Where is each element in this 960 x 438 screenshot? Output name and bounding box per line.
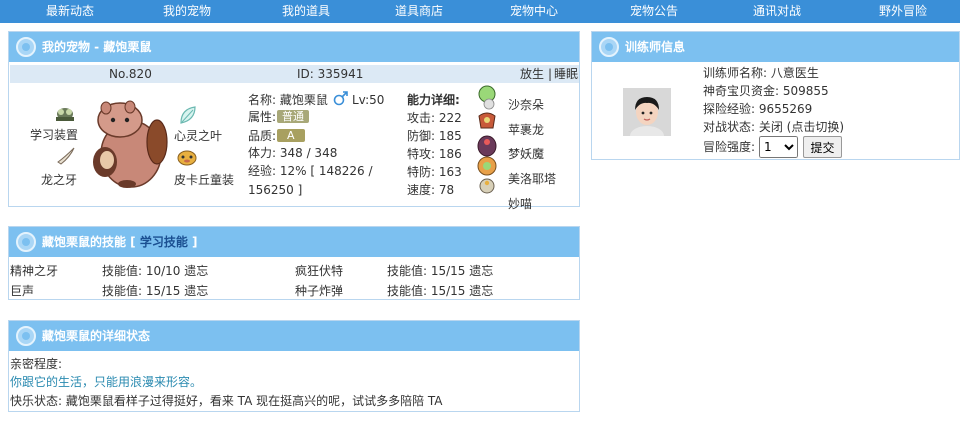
leaf-icon: [180, 106, 196, 124]
pokeball-icon: [16, 37, 36, 57]
stat-attack: 攻击: 222: [407, 111, 462, 125]
pokeball-icon: [599, 37, 619, 57]
difficulty-select[interactable]: 1: [759, 136, 798, 158]
nav-pet-center[interactable]: 宠物中心: [510, 0, 558, 23]
nav-battle[interactable]: 通讯对战: [753, 0, 801, 23]
skill-value-3[interactable]: 技能值: 15/15 遗忘: [102, 283, 208, 299]
battle-status-toggle[interactable]: 对战状态: 关闭 (点击切换): [703, 119, 844, 135]
trainer-avatar: [623, 88, 671, 136]
skill-name-4: 种子炸弹: [295, 284, 344, 298]
pet-hp: 体力: 348 / 348: [248, 146, 338, 160]
equip-label-leaf: 心灵之叶: [174, 129, 223, 143]
nav-item-shop[interactable]: 道具商店: [395, 0, 443, 23]
intimacy-label: 亲密程度:: [10, 357, 63, 371]
stat-defense: 防御: 185: [407, 129, 462, 143]
submit-button[interactable]: 提交: [803, 136, 842, 158]
dragon-fang-icon: [57, 147, 75, 165]
pet-name: 名称: 藏饱栗鼠: [248, 93, 328, 107]
party-member-1[interactable]: 沙奈朵: [508, 97, 544, 113]
grade-label: 品质:: [248, 129, 277, 143]
party-member-4[interactable]: 美洛耶塔: [508, 171, 556, 187]
gender-icon: [333, 91, 348, 106]
equip-label-dragon-fang: 龙之牙: [41, 173, 78, 187]
trainer-name: 训练师名称: 八意医生: [703, 66, 819, 80]
release-link[interactable]: 放生: [520, 66, 544, 82]
pet-number: No.820: [109, 67, 152, 81]
difficulty-label: 冒险强度:: [703, 140, 756, 154]
stats-title: 能力详细:: [407, 93, 460, 107]
stat-sp-attack: 特攻: 186: [407, 147, 462, 161]
intimacy-text: 你跟它的生活，只能用浪漫来形容。: [10, 375, 203, 389]
pet-exp: 经验: 12% [ 148226 /: [248, 164, 373, 178]
skills-title-suffix: ]: [187, 235, 198, 249]
type-label: 属性:: [248, 110, 277, 124]
type-badge: 普通: [277, 110, 309, 123]
my-pet-title: 我的宠物 - 藏饱栗鼠: [42, 40, 152, 54]
sleep-link[interactable]: 睡眠: [554, 66, 578, 82]
nav-latest-news[interactable]: 最新动态: [46, 0, 94, 23]
equip-label-exp-share: 学习装置: [30, 128, 79, 142]
status-header: 藏饱栗鼠的详细状态: [9, 321, 579, 351]
learn-skill-link[interactable]: 学习技能: [140, 235, 188, 249]
party-sprites: [477, 85, 497, 194]
skills-header: 藏饱栗鼠的技能 [ 学习技能 ]: [9, 227, 579, 257]
stat-speed: 速度: 78: [407, 183, 455, 197]
trainer-panel: 训练师信息 训练师名称: 八意医生 神奇宝贝资金: 509855 探险经验: 9…: [591, 31, 960, 160]
status-title: 藏饱栗鼠的详细状态: [42, 329, 151, 343]
pet-sprite: [93, 100, 168, 188]
pet-id: ID: 335941: [297, 67, 364, 81]
nav-adventure[interactable]: 野外冒险: [879, 0, 927, 23]
my-pet-panel: 我的宠物 - 藏饱栗鼠 No.820 ID: 335941 放生 | 睡眠 学习…: [8, 31, 580, 211]
pet-info-bar: [10, 65, 579, 83]
skill-value-1[interactable]: 技能值: 10/10 遗忘: [102, 263, 208, 279]
nav-my-pets[interactable]: 我的宠物: [163, 0, 211, 23]
status-panel: 藏饱栗鼠的详细状态 亲密程度: 你跟它的生活，只能用浪漫来形容。 快乐状态: 藏…: [8, 320, 580, 412]
nav-announcements[interactable]: 宠物公告: [630, 0, 678, 23]
trainer-money: 神奇宝贝资金: 509855: [703, 84, 829, 98]
action-separator: |: [548, 67, 553, 81]
pet-exp-total: 156250 ]: [248, 183, 303, 197]
nav-my-items[interactable]: 我的道具: [282, 0, 330, 23]
skill-value-2[interactable]: 技能值: 15/15 遗忘: [387, 263, 493, 279]
exp-share-icon: [56, 108, 74, 121]
trainer-exp: 探险经验: 9655269: [703, 102, 813, 116]
stat-sp-defense: 特防: 163: [407, 165, 462, 179]
skill-name-2: 疯狂伏特: [295, 264, 344, 278]
party-member-2[interactable]: 苹裹龙: [508, 122, 544, 138]
top-nav: 最新动态 我的宠物 我的道具 道具商店 宠物中心 宠物公告 通讯对战 野外冒险: [0, 0, 960, 23]
party-member-5[interactable]: 妙喵: [508, 196, 532, 212]
equip-label-pikachu-costume: 皮卡丘童装: [174, 173, 235, 187]
pokeball-icon: [16, 232, 36, 252]
trainer-header: 训练师信息: [592, 32, 959, 62]
my-pet-header: 我的宠物 - 藏饱栗鼠: [9, 32, 579, 62]
party-member-3[interactable]: 梦妖魔: [508, 146, 544, 162]
pikachu-costume-icon: [177, 150, 197, 166]
pet-level: Lv:50: [352, 93, 385, 107]
happiness-text: 快乐状态: 藏饱栗鼠看样子过得挺好，看来 TA 现在挺高兴的呢，试试多多陪陪 T…: [10, 394, 443, 408]
skills-panel: 藏饱栗鼠的技能 [ 学习技能 ] 精神之牙 技能值: 10/10 遗忘 疯狂伏特…: [8, 226, 580, 300]
grade-badge: A: [277, 129, 305, 142]
skill-value-4[interactable]: 技能值: 15/15 遗忘: [387, 283, 493, 299]
pokeball-icon: [16, 326, 36, 346]
skill-name-1: 精神之牙: [10, 264, 59, 278]
skill-name-3: 巨声: [10, 284, 35, 298]
trainer-title: 训练师信息: [625, 40, 686, 54]
skills-title-prefix: 藏饱栗鼠的技能 [: [42, 235, 140, 249]
